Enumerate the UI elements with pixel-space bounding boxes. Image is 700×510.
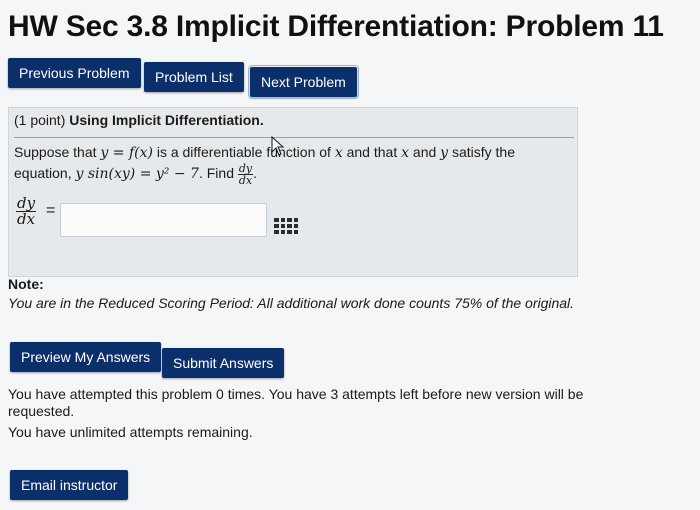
email-instructor-button[interactable]: Email instructor — [10, 470, 129, 500]
note-label: Note: — [8, 276, 44, 292]
math-expression: y sin(xy) = y² − 7 — [75, 166, 199, 183]
note-text: You are in the Reduced Scoring Period: A… — [8, 295, 575, 311]
question-text: is a differentiable function of — [152, 144, 335, 160]
math-expression: y — [440, 145, 449, 161]
answer-label: dy dx = — [16, 196, 55, 227]
fraction-denominator: dx — [17, 210, 36, 228]
question-text: . Find — [198, 165, 238, 182]
page-title: HW Sec 3.8 Implicit Differentiation: Pro… — [8, 10, 664, 43]
preview-answers-button[interactable]: Preview My Answers — [10, 342, 162, 372]
problem-header: (1 point) Using Implicit Differentiation… — [14, 112, 264, 128]
math-expression: x — [401, 145, 410, 161]
pointer-cursor-icon — [271, 136, 285, 156]
attempts-message-cont: requested. — [8, 403, 75, 419]
math-expression: y = f(x) — [100, 145, 153, 161]
problem-points: (1 point) — [14, 112, 66, 128]
previous-problem-button[interactable]: Previous Problem — [8, 58, 141, 88]
unlimited-attempts-message: You have unlimited attempts remaining. — [8, 424, 253, 440]
equals-sign: = — [45, 202, 56, 220]
grid-icon[interactable] — [274, 218, 298, 234]
question-text: equation, — [14, 165, 76, 182]
submit-answers-button[interactable]: Submit Answers — [162, 348, 285, 378]
problem-list-button[interactable]: Problem List — [144, 62, 244, 92]
question-text: and — [409, 144, 441, 160]
question-text: and that — [342, 144, 402, 160]
answer-fraction: dy dx — [16, 196, 37, 228]
question-text: Suppose that — [14, 144, 101, 160]
math-expression: x — [334, 145, 343, 161]
question-line-1: Suppose that y = f(x) is a differentiabl… — [14, 144, 515, 161]
attempts-message: You have attempted this problem 0 times.… — [8, 386, 584, 402]
divider — [14, 137, 574, 138]
question-text: satisfy the — [448, 144, 515, 160]
problem-heading: Using Implicit Differentiation. — [69, 112, 264, 128]
question-line-2: equation, y sin(xy) = y² − 7. Find dy dx… — [14, 162, 258, 187]
dy-dx-fraction: dy dx — [237, 163, 254, 187]
fraction-denominator: dx — [238, 174, 253, 187]
problem-box — [8, 107, 578, 277]
answer-input[interactable] — [60, 203, 267, 237]
next-problem-button[interactable]: Next Problem — [248, 65, 359, 99]
